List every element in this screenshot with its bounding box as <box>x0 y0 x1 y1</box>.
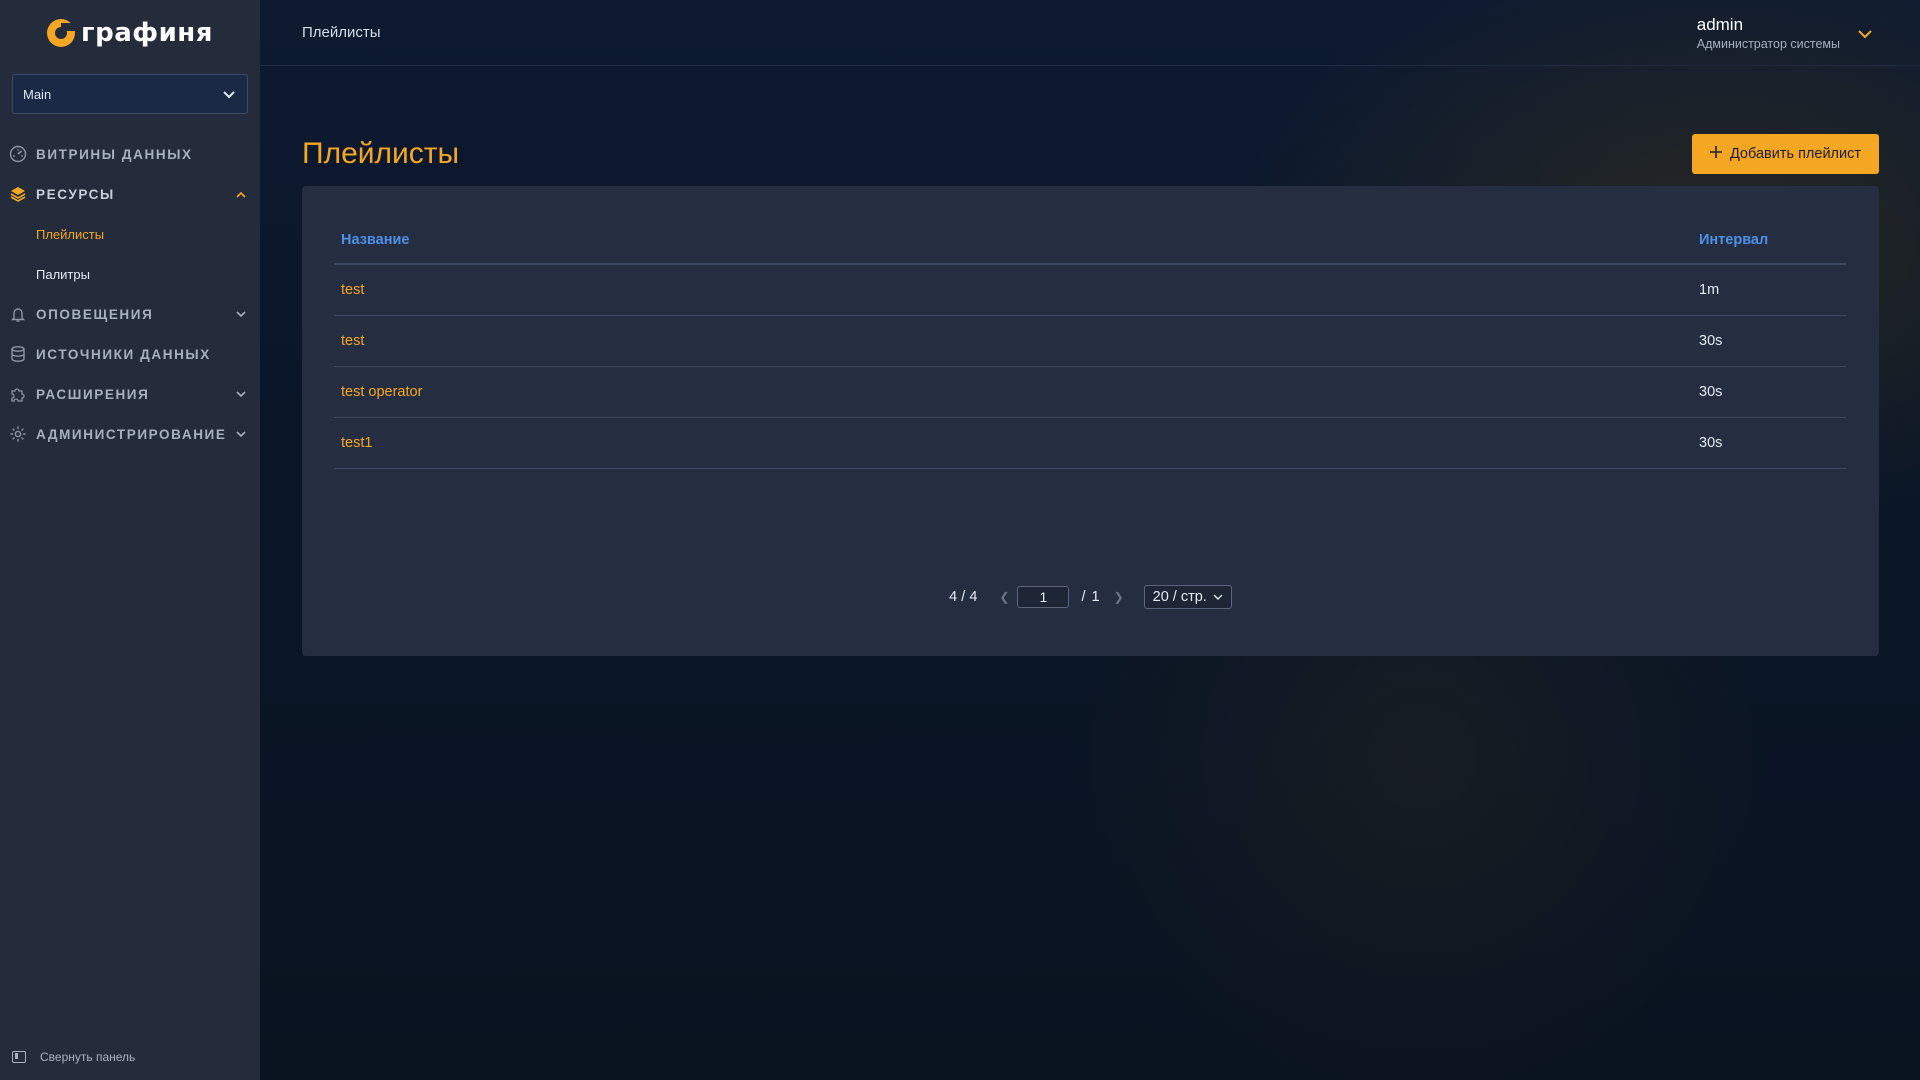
table-row[interactable]: test 1m <box>334 264 1846 316</box>
collapse-sidebar-label: Свернуть панель <box>40 1050 136 1064</box>
next-page-icon[interactable]: ❯ <box>1114 590 1124 604</box>
breadcrumb[interactable]: Плейлисты <box>302 24 381 41</box>
chevron-down-icon <box>234 387 248 401</box>
sidebar-item-datasources[interactable]: ИСТОЧНИКИ ДАННЫХ <box>0 334 260 374</box>
playlist-name-link[interactable]: test <box>334 264 1692 316</box>
logo-mark-icon <box>47 19 76 47</box>
dashboard-icon <box>8 144 28 164</box>
playlist-interval: 30s <box>1692 315 1846 367</box>
playlists-card: Название Интервал test 1m test 30s test … <box>302 186 1879 656</box>
table-header-row: Название Интервал <box>334 216 1846 265</box>
logo[interactable]: графиня <box>0 0 260 66</box>
chevron-down-icon <box>1858 26 1872 40</box>
page-title: Плейлисты <box>302 137 460 170</box>
org-select-value: Main <box>23 86 52 102</box>
sidebar-item-plugins[interactable]: РАСШИРЕНИЯ <box>0 374 260 414</box>
topbar: Плейлисты admin Администратор системы <box>260 0 1920 66</box>
pagination: 4 / 4 ❮ / 1 ❯ 20 / стр. <box>302 585 1879 609</box>
sidebar-nav: ВИТРИНЫ ДАННЫХ РЕСУРСЫ Плейлисты Палитры… <box>0 134 260 454</box>
playlist-name-link[interactable]: test1 <box>334 417 1692 469</box>
pagination-page-count: 1 <box>1091 589 1100 605</box>
user-name: admin <box>1696 14 1744 34</box>
sidebar-item-resources[interactable]: РЕСУРСЫ <box>0 174 260 214</box>
prev-page-icon[interactable]: ❮ <box>999 590 1009 604</box>
pagination-separator: / <box>1081 589 1086 605</box>
chevron-down-icon <box>1213 589 1223 605</box>
chevron-down-icon <box>234 307 248 321</box>
collapse-sidebar-button[interactable]: Свернуть панель <box>12 1050 135 1064</box>
sidebar-item-administration[interactable]: АДМИНИСТРИРОВАНИЕ <box>0 414 260 454</box>
sidebar-item-label: РАСШИРЕНИЯ <box>36 386 150 402</box>
sidebar-item-label: ВИТРИНЫ ДАННЫХ <box>36 146 193 162</box>
playlist-interval: 1m <box>1692 264 1846 316</box>
sidebar-item-label: ОПОВЕЩЕНИЯ <box>36 306 154 322</box>
chevron-down-icon <box>234 427 248 441</box>
column-header-interval[interactable]: Интервал <box>1692 216 1846 265</box>
column-header-name[interactable]: Название <box>334 216 1692 265</box>
gear-icon <box>8 424 28 444</box>
org-select[interactable]: Main <box>12 74 248 114</box>
main-content: Плейлисты admin Администратор системы Пл… <box>260 0 1920 1080</box>
chevron-up-icon <box>234 187 248 201</box>
plus-icon <box>1709 146 1722 162</box>
table-row[interactable]: test 30s <box>334 315 1846 367</box>
page-number-input[interactable] <box>1017 586 1070 608</box>
layers-icon <box>8 184 28 204</box>
bell-icon <box>8 304 28 324</box>
user-info: admin Администратор системы <box>1697 15 1840 51</box>
sidebar-item-label: ИСТОЧНИКИ ДАННЫХ <box>36 346 211 362</box>
chevron-down-icon <box>223 87 235 102</box>
table-row[interactable]: test operator 30s <box>334 366 1846 418</box>
user-menu[interactable]: admin Администратор системы <box>1697 15 1872 51</box>
playlist-interval: 30s <box>1692 366 1846 418</box>
logo-text: графиня <box>81 18 213 48</box>
sidebar: графиня Main ВИТРИНЫ ДАННЫХ РЕСУРСЫ Плей… <box>0 0 260 1080</box>
database-icon <box>8 344 28 364</box>
sidebar-item-label: АДМИНИСТРИРОВАНИЕ <box>36 426 227 442</box>
sidebar-item-label: РЕСУРСЫ <box>36 186 115 202</box>
page-header: Плейлисты Добавить плейлист <box>260 66 1920 200</box>
playlist-name-link[interactable]: test operator <box>334 366 1692 418</box>
table-row[interactable]: test1 30s <box>334 417 1846 469</box>
add-playlist-label: Добавить плейлист <box>1729 146 1861 162</box>
sidebar-item-alerts[interactable]: ОПОВЕЩЕНИЯ <box>0 294 260 334</box>
playlists-table: Название Интервал test 1m test 30s test … <box>334 216 1846 469</box>
add-playlist-button[interactable]: Добавить плейлист <box>1691 134 1879 174</box>
puzzle-icon <box>8 384 28 404</box>
playlist-name-link[interactable]: test <box>334 315 1692 367</box>
sidebar-item-dashboards[interactable]: ВИТРИНЫ ДАННЫХ <box>0 134 260 174</box>
user-role: Администратор системы <box>1696 36 1840 51</box>
page-size-select[interactable]: 20 / стр. <box>1143 585 1232 609</box>
sidebar-subitem-playlists[interactable]: Плейлисты <box>0 214 260 254</box>
pagination-total: 4 / 4 <box>949 589 978 605</box>
sidebar-subitem-palettes[interactable]: Палитры <box>0 254 260 294</box>
playlist-interval: 30s <box>1692 417 1846 469</box>
sidebar-toggle-icon <box>12 1051 26 1063</box>
page-size-value: 20 / стр. <box>1152 589 1207 605</box>
